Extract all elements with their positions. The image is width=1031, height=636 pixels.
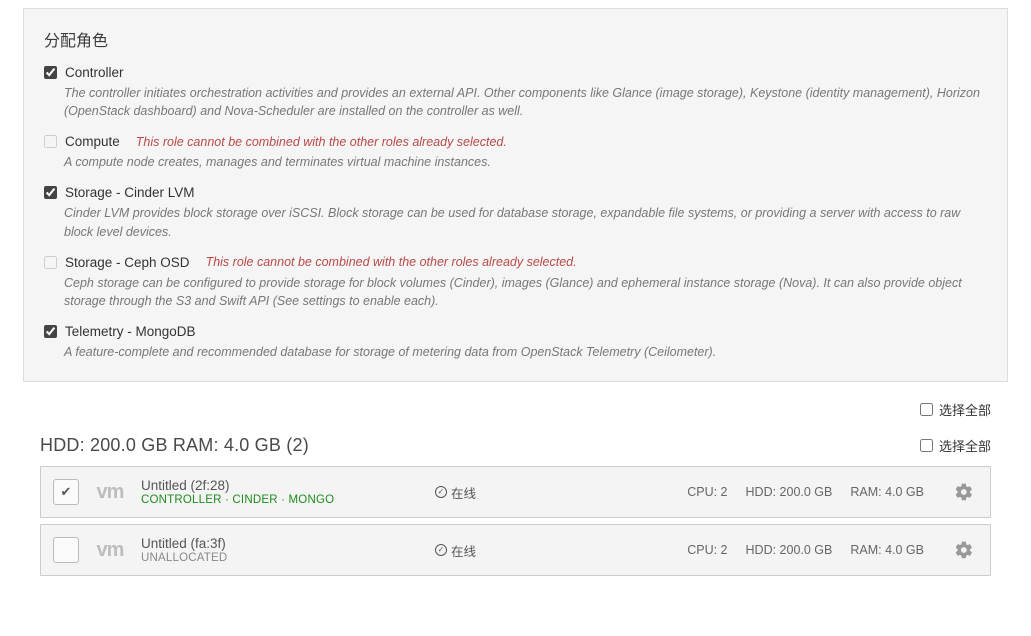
role-head: Storage - Ceph OSD This role cannot be c… <box>44 255 987 270</box>
node-group-select-all: 选择全部 <box>920 436 991 455</box>
role-restriction: This role cannot be combined with the ot… <box>206 255 577 269</box>
node-group-select-all-label: 选择全部 <box>939 436 991 455</box>
role-item-compute: Compute This role cannot be combined wit… <box>44 134 987 171</box>
vm-icon: vm <box>93 481 127 504</box>
node-status: ✓ 在线 <box>435 483 555 502</box>
roles-panel: 分配角色 Controller The controller initiates… <box>23 8 1008 382</box>
role-item-telemetry-mongodb: Telemetry - MongoDB A feature-complete a… <box>44 324 987 361</box>
node-row: vm Untitled (fa:3f) UNALLOCATED ✓ 在线 CPU… <box>40 524 991 576</box>
role-item-storage-cinder-lvm: Storage - Cinder LVM Cinder LVM provides… <box>44 185 987 240</box>
role-checkbox-cinder-lvm[interactable] <box>44 186 57 199</box>
role-head: Compute This role cannot be combined wit… <box>44 134 987 149</box>
role-label: Controller <box>65 65 124 80</box>
role-label: Compute <box>65 134 120 149</box>
role-head: Telemetry - MongoDB <box>44 324 987 339</box>
role-description: A compute node creates, manages and term… <box>64 153 987 171</box>
role-checkbox-ceph-osd[interactable] <box>44 256 57 269</box>
role-checkbox-mongodb[interactable] <box>44 325 57 338</box>
node-checkbox[interactable] <box>53 479 79 505</box>
role-checkbox-controller[interactable] <box>44 66 57 79</box>
select-all-top: 选择全部 <box>0 382 1031 423</box>
role-item-storage-ceph-osd: Storage - Ceph OSD This role cannot be c… <box>44 255 987 310</box>
node-stats: CPU: 2 HDD: 200.0 GB RAM: 4.0 GB <box>687 485 924 499</box>
node-name: Untitled (2f:28) <box>141 478 421 493</box>
roles-panel-title: 分配角色 <box>44 27 987 51</box>
select-all-top-checkbox[interactable] <box>920 403 933 416</box>
node-stats: CPU: 2 HDD: 200.0 GB RAM: 4.0 GB <box>687 543 924 557</box>
node-group-title: HDD: 200.0 GB RAM: 4.0 GB (2) <box>40 435 914 456</box>
node-cpu: CPU: 2 <box>687 543 727 557</box>
node-roles: UNALLOCATED <box>141 552 421 564</box>
role-description: Ceph storage can be configured to provid… <box>64 274 987 310</box>
role-description: Cinder LVM provides block storage over i… <box>64 204 987 240</box>
role-head: Storage - Cinder LVM <box>44 185 987 200</box>
node-status: ✓ 在线 <box>435 541 555 560</box>
role-description: A feature-complete and recommended datab… <box>64 343 987 361</box>
status-ok-icon: ✓ <box>435 486 447 498</box>
node-hdd: HDD: 200.0 GB <box>746 543 833 557</box>
node-group-header: HDD: 200.0 GB RAM: 4.0 GB (2) 选择全部 <box>0 423 1031 460</box>
node-ram: RAM: 4.0 GB <box>850 485 924 499</box>
role-description: The controller initiates orchestration a… <box>64 84 987 120</box>
node-status-text: 在线 <box>451 483 476 502</box>
node-ram: RAM: 4.0 GB <box>850 543 924 557</box>
node-cpu: CPU: 2 <box>687 485 727 499</box>
node-group-select-all-checkbox[interactable] <box>920 439 933 452</box>
select-all-top-label: 选择全部 <box>939 400 991 419</box>
node-status-text: 在线 <box>451 541 476 560</box>
role-head: Controller <box>44 65 987 80</box>
node-name: Untitled (fa:3f) <box>141 536 421 551</box>
node-row: vm Untitled (2f:28) CONTROLLER · CINDER … <box>40 466 991 518</box>
role-label: Telemetry - MongoDB <box>65 324 196 339</box>
role-checkbox-compute[interactable] <box>44 135 57 148</box>
vm-icon: vm <box>93 539 127 562</box>
node-settings-button[interactable] <box>950 478 978 506</box>
node-roles: CONTROLLER · CINDER · MONGO <box>141 494 421 506</box>
gear-icon <box>954 540 974 560</box>
node-checkbox[interactable] <box>53 537 79 563</box>
role-restriction: This role cannot be combined with the ot… <box>136 135 507 149</box>
gear-icon <box>954 482 974 502</box>
node-name-block: Untitled (fa:3f) UNALLOCATED <box>141 536 421 564</box>
node-name-block: Untitled (2f:28) CONTROLLER · CINDER · M… <box>141 478 421 506</box>
status-ok-icon: ✓ <box>435 544 447 556</box>
role-label: Storage - Cinder LVM <box>65 185 195 200</box>
node-settings-button[interactable] <box>950 536 978 564</box>
role-label: Storage - Ceph OSD <box>65 255 190 270</box>
role-item-controller: Controller The controller initiates orch… <box>44 65 987 120</box>
node-hdd: HDD: 200.0 GB <box>746 485 833 499</box>
